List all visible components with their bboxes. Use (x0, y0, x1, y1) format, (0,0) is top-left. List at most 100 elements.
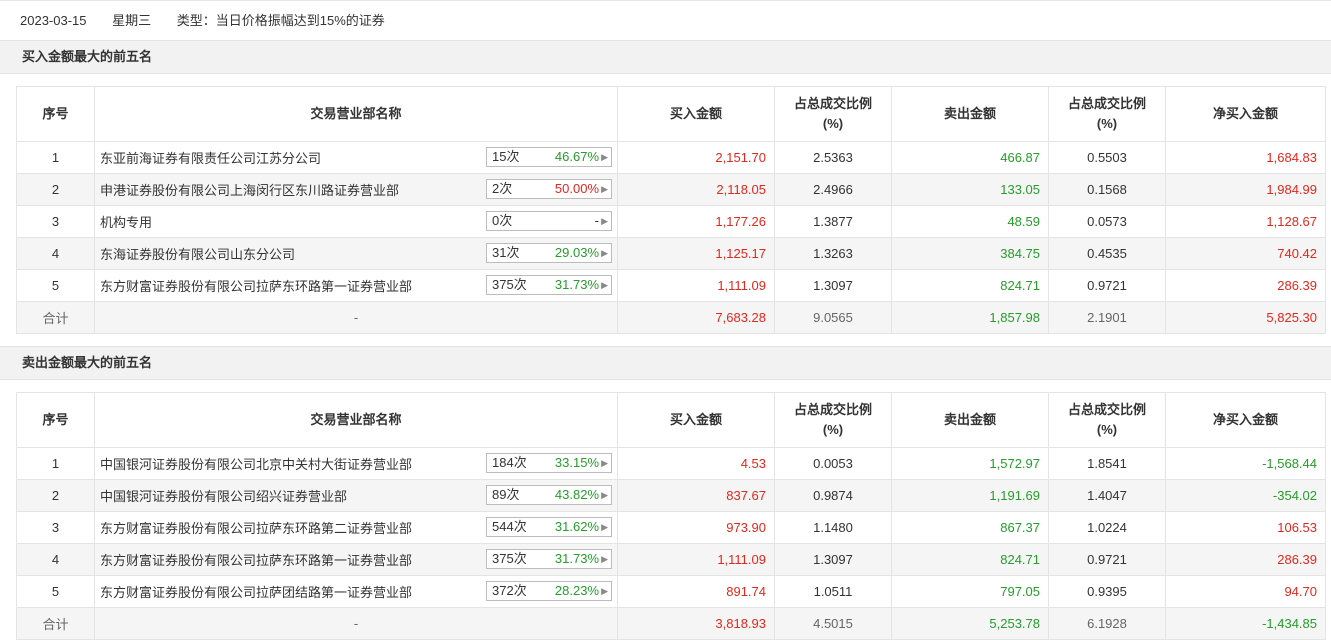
buy-top5-table: 序号 交易营业部名称 买入金额 占总成交比例 (%) 卖出金额 占总成交比例 (… (16, 86, 1326, 334)
win-rate: 43.82% (554, 487, 599, 502)
col-branch-name: 交易营业部名称 (94, 86, 618, 142)
row-index: 3 (16, 511, 95, 544)
sell-amount: 48.59 (891, 205, 1049, 238)
win-rate: 31.73% (554, 551, 599, 566)
buy-section-title: 买入金额最大的前五名 (0, 40, 1331, 74)
branch-name-link[interactable]: 东方财富证券股份有限公司拉萨东环路第一证券营业部 (100, 553, 412, 568)
total-label: 合计 (16, 301, 95, 334)
sell-top5-table: 序号 交易营业部名称 买入金额 占总成交比例 (%) 卖出金额 占总成交比例 (… (16, 392, 1326, 640)
triangle-right-icon: ▶ (601, 152, 608, 162)
branch-cell: 东方财富证券股份有限公司拉萨东环路第一证券营业部 375次 31.73% ▶ (94, 543, 618, 576)
win-rate: 28.23% (554, 583, 599, 598)
sell-ratio: 1.4047 (1048, 479, 1166, 512)
table-row: 3 东方财富证券股份有限公司拉萨东环路第二证券营业部 544次 31.62% ▶ 973.… (16, 511, 1326, 544)
triangle-right-icon: ▶ (601, 586, 608, 596)
branch-stats-button[interactable]: 375次 31.73% ▶ (486, 549, 612, 569)
branch-cell: 中国银河证券股份有限公司绍兴证券营业部 89次 43.82% ▶ (94, 479, 618, 512)
total-row: 合计 -7,683.28 9.0565 1,857.98 2.1901 5,825.30 (16, 301, 1326, 334)
sell-ratio: 0.9395 (1048, 575, 1166, 608)
total-sell-amount: 1,857.98 (891, 301, 1049, 334)
sell-ratio: 0.1568 (1048, 173, 1166, 206)
branch-name-link[interactable]: 东亚前海证券有限责任公司江苏分公司 (100, 151, 321, 166)
net-buy-amount: 1,684.83 (1165, 141, 1326, 174)
table-row: 5 东方财富证券股份有限公司拉萨东环路第一证券营业部 375次 31.73% ▶ 1,11… (16, 269, 1326, 302)
branch-stats-button[interactable]: 2次 50.00% ▶ (486, 179, 612, 199)
triangle-right-icon: ▶ (601, 184, 608, 194)
buy-amount: 1,111.09 (617, 543, 775, 576)
branch-name-link[interactable]: 中国银河证券股份有限公司北京中关村大街证券营业部 (100, 457, 412, 472)
branch-stats-button[interactable]: 184次 33.15% ▶ (486, 453, 612, 473)
table-row: 1 中国银河证券股份有限公司北京中关村大街证券营业部 184次 33.15% ▶ 4.53… (16, 447, 1326, 480)
branch-name-link[interactable]: 机构专用 (100, 215, 152, 230)
branch-name-link[interactable]: 东方财富证券股份有限公司拉萨东环路第一证券营业部 (100, 279, 412, 294)
sell-amount: 867.37 (891, 511, 1049, 544)
table-row: 4 东方财富证券股份有限公司拉萨东环路第一证券营业部 375次 31.73% ▶ 1,11… (16, 543, 1326, 576)
branch-cell: 东方财富证券股份有限公司拉萨东环路第二证券营业部 544次 31.62% ▶ (94, 511, 618, 544)
total-buy-ratio: 4.5015 (774, 607, 892, 640)
col-net-buy: 净买入金额 (1165, 86, 1326, 142)
branch-stats-button[interactable]: 372次 28.23% ▶ (486, 581, 612, 601)
branch-stats-button[interactable]: 31次 29.03% ▶ (486, 243, 612, 263)
table-row: 5 东方财富证券股份有限公司拉萨团结路第一证券营业部 372次 28.23% ▶ 891.… (16, 575, 1326, 608)
branch-stats-button[interactable]: 544次 31.62% ▶ (486, 517, 612, 537)
buy-amount: 2,118.05 (617, 173, 775, 206)
branch-stats-button[interactable]: 375次 31.73% ▶ (486, 275, 612, 295)
buy-table-body: 1 东亚前海证券有限责任公司江苏分公司 15次 46.67% ▶ 2,151.70 2.53… (16, 141, 1326, 334)
col-branch-name: 交易营业部名称 (94, 392, 618, 448)
buy-ratio: 1.3877 (774, 205, 892, 238)
buy-amount: 973.90 (617, 511, 775, 544)
branch-stats-button[interactable]: 89次 43.82% ▶ (486, 485, 612, 505)
branch-cell: 东亚前海证券有限责任公司江苏分公司 15次 46.67% ▶ (94, 141, 618, 174)
table-header-row: 序号 交易营业部名称 买入金额 占总成交比例 (%) 卖出金额 占总成交比例 (… (16, 392, 1326, 448)
sell-ratio: 1.8541 (1048, 447, 1166, 480)
branch-name-link[interactable]: 东方财富证券股份有限公司拉萨东环路第二证券营业部 (100, 521, 412, 536)
sell-amount: 384.75 (891, 237, 1049, 270)
sell-amount: 1,572.97 (891, 447, 1049, 480)
total-sell-amount: 5,253.78 (891, 607, 1049, 640)
col-sell-amount: 卖出金额 (891, 392, 1049, 448)
buy-amount: 1,177.26 (617, 205, 775, 238)
total-row: 合计 -3,818.93 4.5015 5,253.78 6.1928 -1,434.85 (16, 607, 1326, 640)
branch-stats-button[interactable]: 0次 - ▶ (486, 211, 612, 231)
buy-amount: 1,125.17 (617, 237, 775, 270)
row-index: 1 (16, 141, 95, 174)
triangle-right-icon: ▶ (601, 490, 608, 500)
branch-name-link[interactable]: 东海证券股份有限公司山东分公司 (100, 247, 295, 262)
branch-name-link[interactable]: 申港证券股份有限公司上海闵行区东川路证券营业部 (100, 183, 399, 198)
net-buy-amount: 1,984.99 (1165, 173, 1326, 206)
triangle-right-icon: ▶ (601, 554, 608, 564)
branch-cell: 东方财富证券股份有限公司拉萨团结路第一证券营业部 372次 28.23% ▶ (94, 575, 618, 608)
buy-ratio: 2.5363 (774, 141, 892, 174)
col-index: 序号 (16, 392, 95, 448)
triangle-right-icon: ▶ (601, 248, 608, 258)
table-row: 1 东亚前海证券有限责任公司江苏分公司 15次 46.67% ▶ 2,151.70 2.53… (16, 141, 1326, 174)
sell-section-title: 卖出金额最大的前五名 (0, 346, 1331, 380)
branch-cell: 东海证券股份有限公司山东分公司 31次 29.03% ▶ (94, 237, 618, 270)
total-buy-ratio: 9.0565 (774, 301, 892, 334)
row-index: 2 (16, 479, 95, 512)
sell-amount: 1,191.69 (891, 479, 1049, 512)
net-buy-amount: 94.70 (1165, 575, 1326, 608)
net-buy-amount: -1,568.44 (1165, 447, 1326, 480)
row-index: 5 (16, 269, 95, 302)
net-buy-amount: 106.53 (1165, 511, 1326, 544)
listing-count: 544次 (492, 519, 527, 534)
listing-count: 15次 (492, 149, 520, 164)
sell-ratio: 0.4535 (1048, 237, 1166, 270)
table-row: 3 机构专用 0次 - ▶ 1,177.26 1.3877 48.59 0.0573 1,128.… (16, 205, 1326, 238)
win-rate: 31.73% (554, 277, 599, 292)
list-type: 类型：当日价格振幅达到15%的证券 (176, 13, 385, 28)
triangle-right-icon: ▶ (601, 216, 608, 226)
sell-amount: 797.05 (891, 575, 1049, 608)
col-sell-ratio: 占总成交比例 (%) (1048, 392, 1166, 448)
sell-ratio: 0.9721 (1048, 269, 1166, 302)
listing-count: 375次 (492, 551, 527, 566)
total-net-buy: -1,434.85 (1165, 607, 1326, 640)
buy-ratio: 1.1480 (774, 511, 892, 544)
branch-name-link[interactable]: 中国银河证券股份有限公司绍兴证券营业部 (100, 489, 347, 504)
branch-name-link[interactable]: 东方财富证券股份有限公司拉萨团结路第一证券营业部 (100, 585, 412, 600)
col-sell-amount: 卖出金额 (891, 86, 1049, 142)
branch-stats-button[interactable]: 15次 46.67% ▶ (486, 147, 612, 167)
net-buy-amount: 286.39 (1165, 543, 1326, 576)
buy-ratio: 2.4966 (774, 173, 892, 206)
